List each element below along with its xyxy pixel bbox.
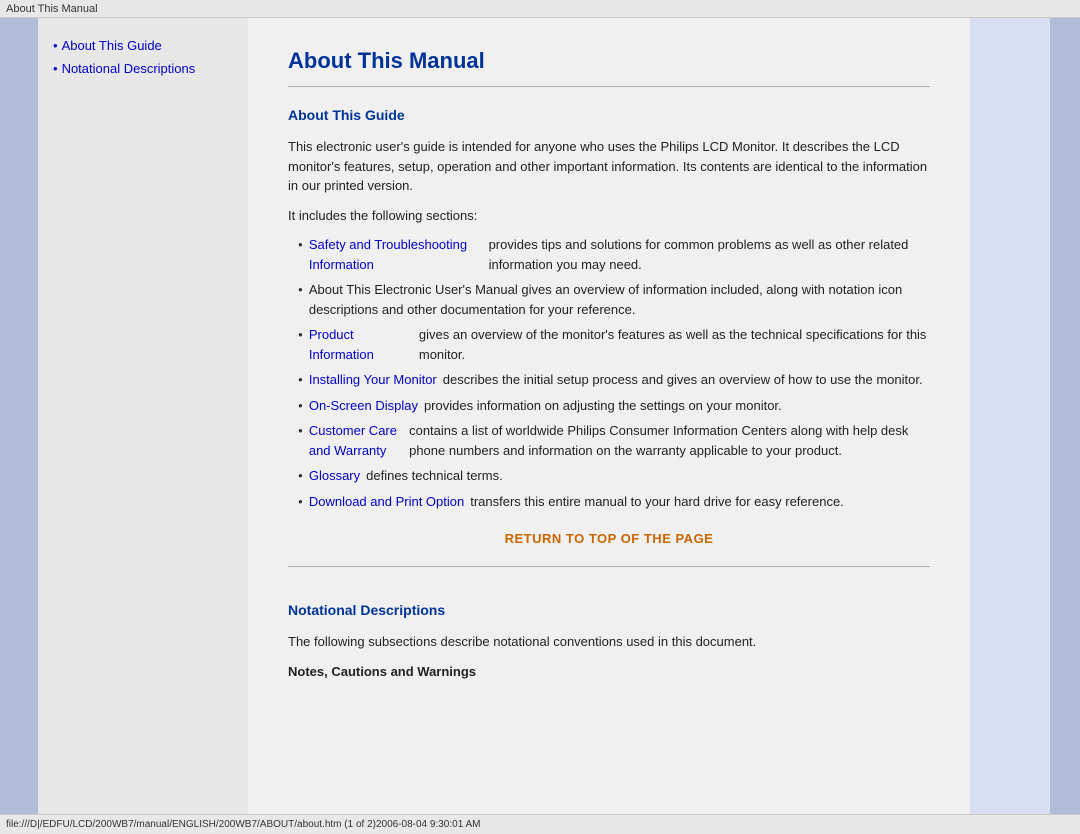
- section-notational: Notational Descriptions The following su…: [288, 602, 930, 681]
- bullet-item: Product Information gives an overview of…: [298, 325, 930, 364]
- left-stripe: [0, 18, 38, 814]
- bullet-link[interactable]: Download and Print Option: [309, 492, 464, 512]
- bullet-text: contains a list of worldwide Philips Con…: [409, 421, 930, 460]
- title-bar-text: About This Manual: [6, 3, 98, 15]
- sidebar-nav: About This Guide Notational Descriptions: [53, 38, 233, 76]
- status-bar: file:///D|/EDFU/LCD/200WB7/manual/ENGLIS…: [0, 814, 1080, 834]
- return-to-top-link[interactable]: RETURN TO TOP OF THE PAGE: [505, 531, 714, 546]
- bullet-item: On-Screen Display provides information o…: [298, 396, 930, 416]
- sidebar-nav-item: About This Guide: [53, 38, 233, 53]
- bullet-text: defines technical terms.: [366, 466, 503, 486]
- bullet-link[interactable]: Safety and Troubleshooting Information: [309, 235, 483, 274]
- bullet-list: Safety and Troubleshooting Information p…: [298, 235, 930, 511]
- right-stripes: [970, 18, 1080, 814]
- right-stripe-1: [970, 18, 1050, 814]
- return-to-top[interactable]: RETURN TO TOP OF THE PAGE: [288, 531, 930, 546]
- section-about-guide: About This Guide This electronic user's …: [288, 107, 930, 511]
- bullet-item: Installing Your Monitor describes the in…: [298, 370, 930, 390]
- notes-subheading: Notes, Cautions and Warnings: [288, 662, 930, 682]
- bullet-text: transfers this entire manual to your har…: [470, 492, 844, 512]
- sidebar-nav-link[interactable]: Notational Descriptions: [62, 61, 196, 76]
- right-stripe-2: [1050, 18, 1080, 814]
- bullet-text: provides tips and solutions for common p…: [489, 235, 930, 274]
- bullet-link[interactable]: Glossary: [309, 466, 360, 486]
- content-area: About This Manual About This Guide This …: [248, 18, 970, 814]
- bullet-item: About This Electronic User's Manual give…: [298, 280, 930, 319]
- section-title-notational: Notational Descriptions: [288, 602, 930, 618]
- bullet-item: Glossary defines technical terms.: [298, 466, 930, 486]
- page-title: About This Manual: [288, 48, 930, 74]
- bullet-link[interactable]: Installing Your Monitor: [309, 370, 437, 390]
- bullet-text: describes the initial setup process and …: [443, 370, 923, 390]
- bullet-item: Customer Care and Warranty contains a li…: [298, 421, 930, 460]
- title-bar: About This Manual: [0, 0, 1080, 18]
- intro-paragraph-2: It includes the following sections:: [288, 206, 930, 226]
- sidebar-nav-link[interactable]: About This Guide: [62, 38, 162, 53]
- divider-top: [288, 86, 930, 87]
- notational-paragraph: The following subsections describe notat…: [288, 632, 930, 652]
- bullet-link[interactable]: Customer Care and Warranty: [309, 421, 403, 460]
- bullet-item: Safety and Troubleshooting Information p…: [298, 235, 930, 274]
- bullet-item: Download and Print Option transfers this…: [298, 492, 930, 512]
- bullet-text: About This Electronic User's Manual give…: [309, 280, 930, 319]
- bullet-text: provides information on adjusting the se…: [424, 396, 782, 416]
- bullet-link[interactable]: Product Information: [309, 325, 413, 364]
- bullet-link[interactable]: On-Screen Display: [309, 396, 418, 416]
- section-title-about-guide: About This Guide: [288, 107, 930, 123]
- intro-paragraph-1: This electronic user's guide is intended…: [288, 137, 930, 196]
- divider-mid: [288, 566, 930, 567]
- status-bar-text: file:///D|/EDFU/LCD/200WB7/manual/ENGLIS…: [6, 819, 480, 830]
- bullet-text: gives an overview of the monitor's featu…: [419, 325, 930, 364]
- sidebar-nav-item: Notational Descriptions: [53, 61, 233, 76]
- sidebar: About This Guide Notational Descriptions: [38, 18, 248, 814]
